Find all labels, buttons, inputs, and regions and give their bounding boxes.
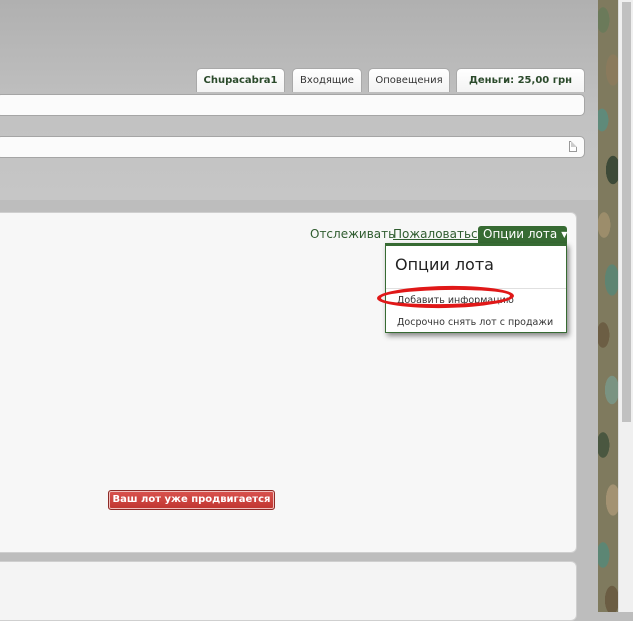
breadcrumb-bar	[0, 136, 585, 158]
watch-link[interactable]: Отслеживать	[310, 227, 395, 241]
nav-bar	[0, 94, 585, 116]
lot-options-button[interactable]: Опции лота ▼	[478, 226, 567, 243]
withdraw-lot-menu-item[interactable]: Досрочно снять лот с продажи	[397, 317, 553, 328]
document-icon[interactable]	[569, 141, 577, 152]
tab-balance[interactable]: Деньги: 25,00 грн	[456, 68, 585, 92]
camo-background	[598, 0, 618, 612]
tab-inbox[interactable]: Входящие	[292, 68, 362, 92]
chevron-down-icon: ▼	[561, 230, 568, 239]
lower-panel	[0, 561, 577, 621]
dropdown-title: Опции лота	[395, 255, 494, 274]
tab-notifications[interactable]: Оповещения	[368, 68, 450, 92]
lot-promoted-button[interactable]: Ваш лот уже продвигается	[108, 490, 275, 510]
lot-options-label: Опции лота	[483, 227, 558, 241]
scrollbar-thumb[interactable]	[622, 2, 631, 422]
report-link[interactable]: Пожаловаться	[393, 227, 485, 241]
tab-username[interactable]: Chupacabra1	[196, 68, 285, 92]
vertical-scrollbar[interactable]	[618, 0, 633, 612]
